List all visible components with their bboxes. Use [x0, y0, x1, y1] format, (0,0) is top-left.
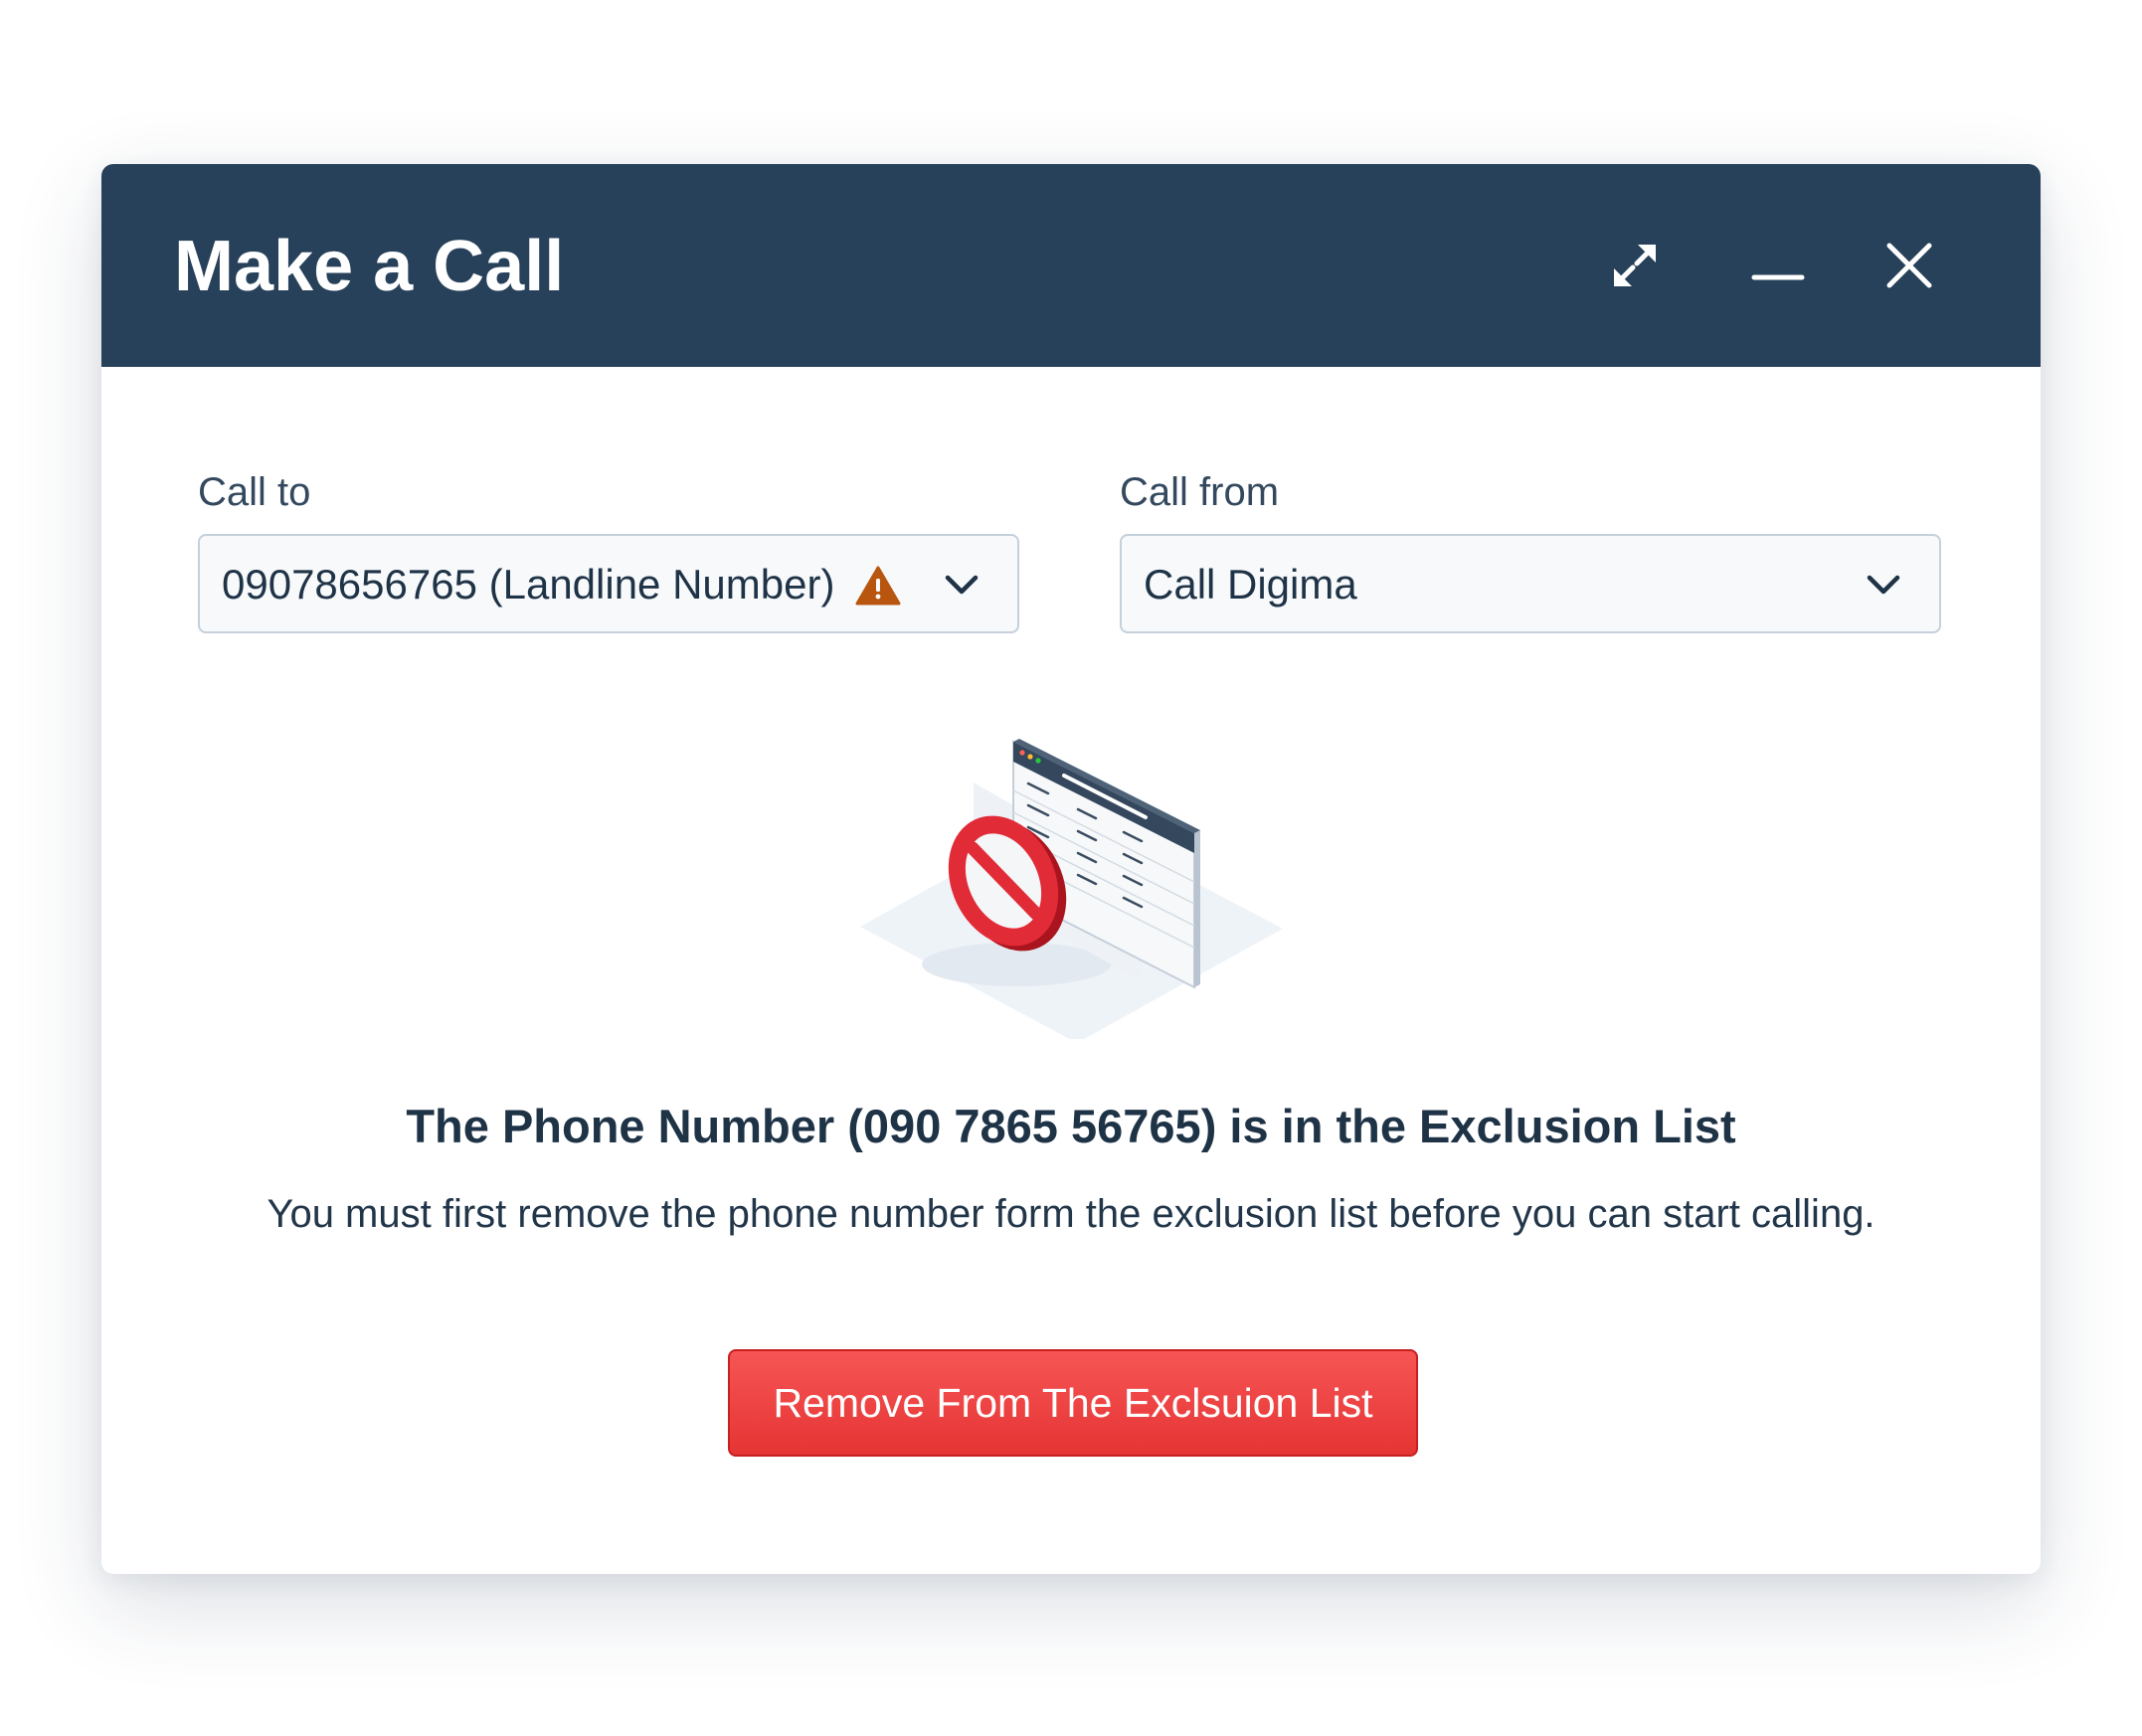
make-call-dialog: Make a Call Call to 09078656765 (Landlin… — [101, 164, 2041, 1574]
remove-from-exclusion-list-button[interactable]: Remove From The Exclsuion List — [728, 1349, 1418, 1457]
chevron-down-icon — [945, 575, 979, 595]
close-button[interactable] — [1868, 224, 1951, 307]
exclusion-headline: The Phone Number (090 7865 56765) is in … — [406, 1100, 1736, 1152]
minimize-button[interactable] — [1736, 224, 1820, 307]
dialog-title: Make a Call — [174, 227, 565, 306]
exclusion-list-illustration — [860, 739, 1283, 1039]
dialog-titlebar: Make a Call — [101, 164, 2041, 367]
expand-icon — [1614, 245, 1656, 286]
exclusion-description: You must first remove the phone number f… — [267, 1192, 1875, 1236]
call-from-label: Call from — [1120, 470, 1280, 514]
expand-button[interactable] — [1593, 224, 1677, 307]
call-to-value: 09078656765 (Landline Number) — [222, 561, 835, 608]
warning-icon — [855, 566, 901, 606]
close-icon — [1886, 243, 1932, 288]
chevron-down-icon — [1867, 575, 1900, 595]
minimize-icon — [1751, 274, 1805, 280]
call-from-select[interactable]: Call Digima — [1120, 534, 1941, 633]
call-to-label: Call to — [198, 470, 311, 514]
call-from-value: Call Digima — [1144, 561, 1357, 608]
call-to-select[interactable]: 09078656765 (Landline Number) — [198, 534, 1019, 633]
